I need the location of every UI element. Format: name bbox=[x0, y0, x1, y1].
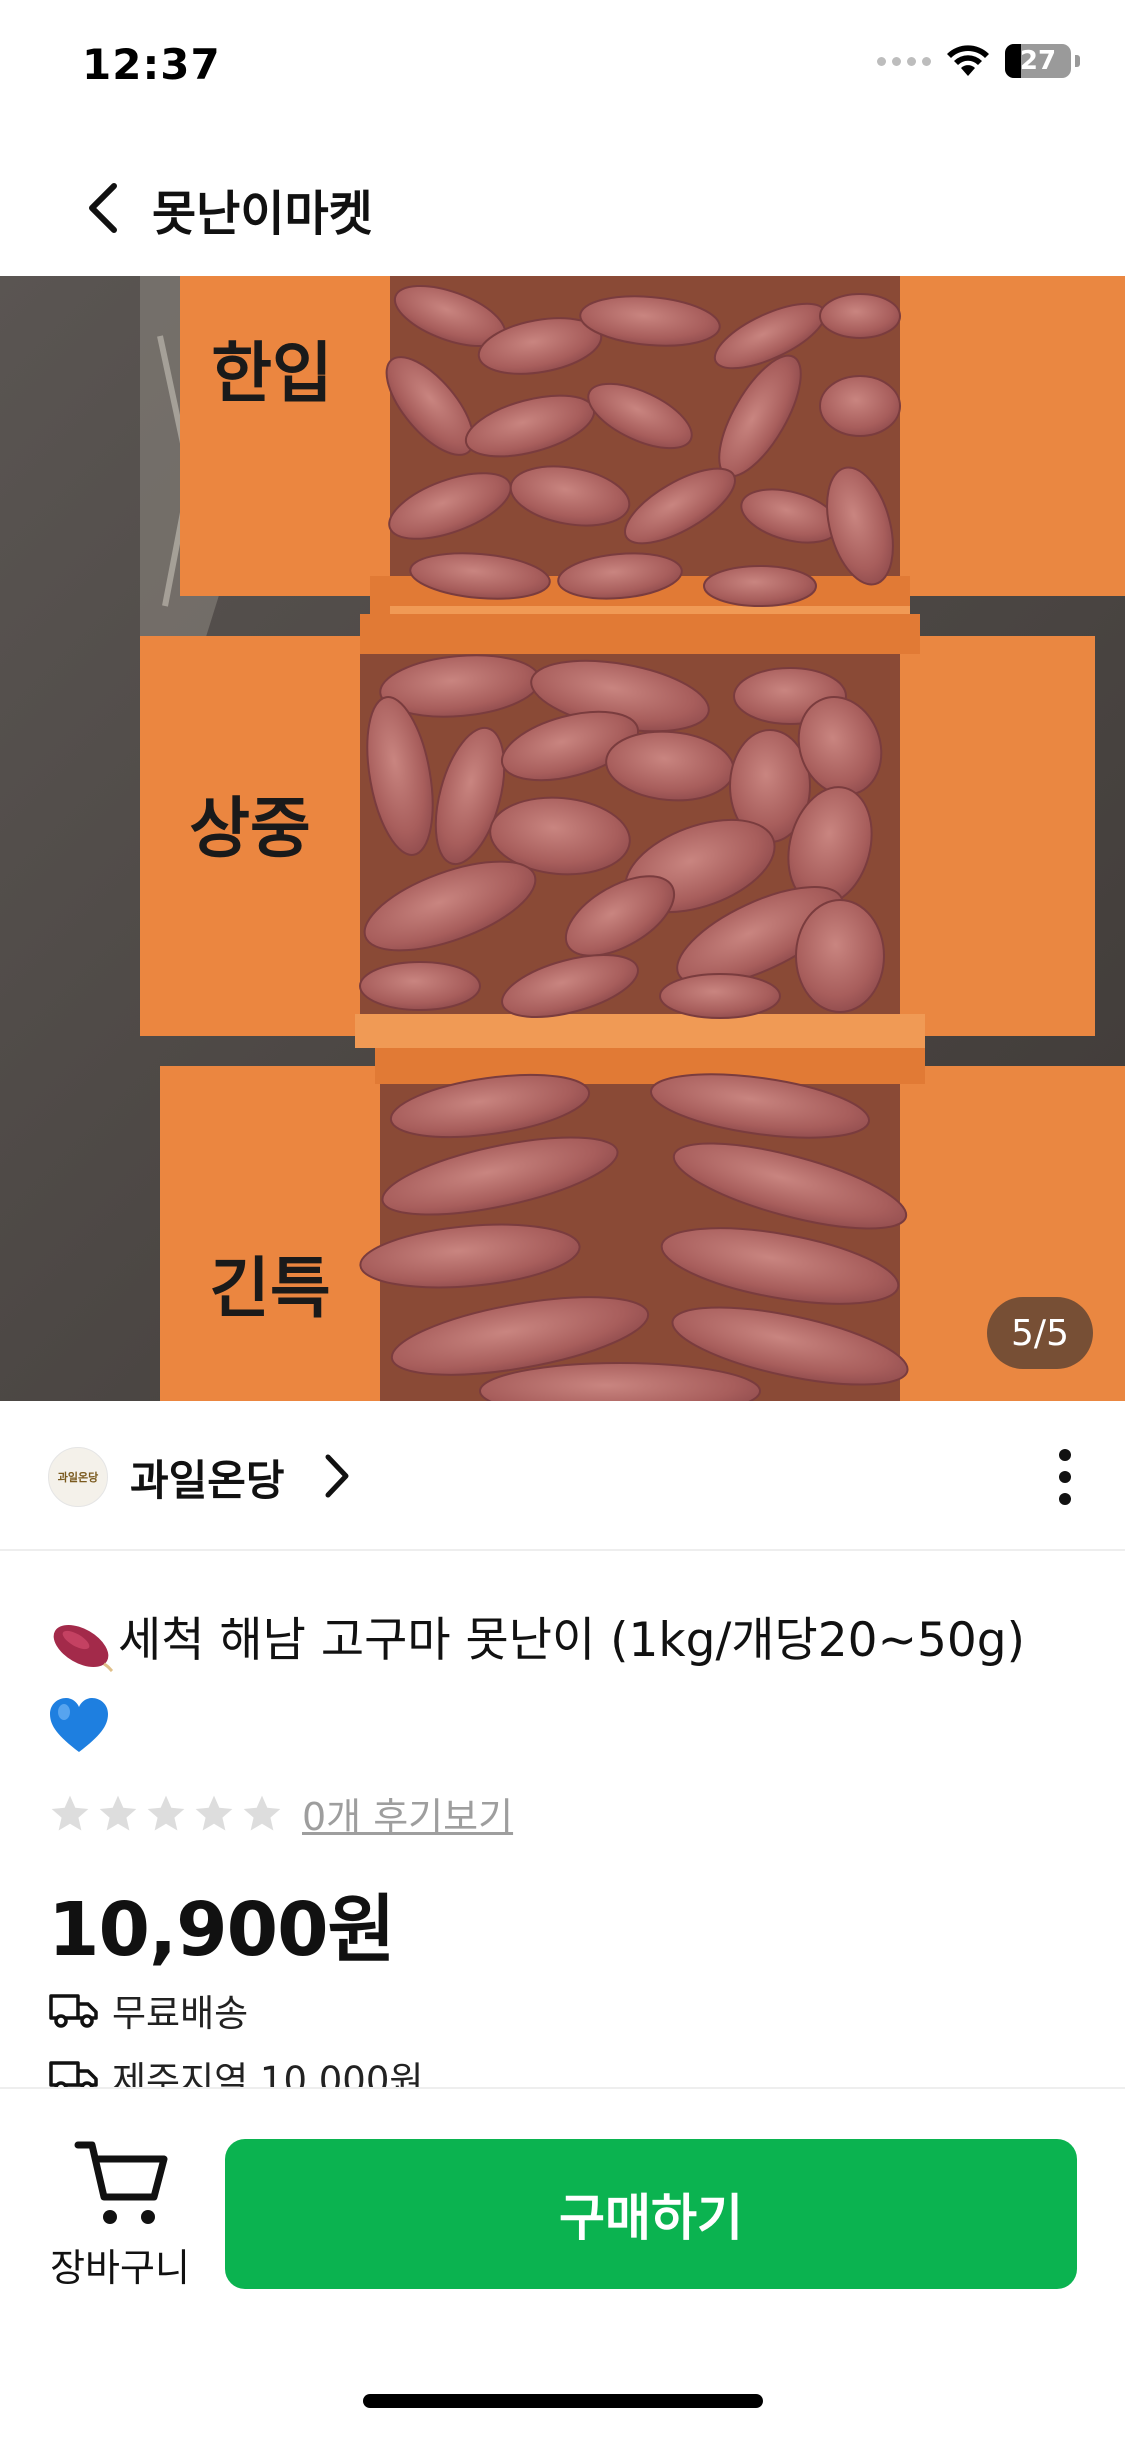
cellular-signal-icon bbox=[877, 56, 931, 66]
battery-icon: 27 bbox=[1005, 44, 1071, 78]
page-title: 못난이마켓 bbox=[152, 186, 373, 242]
sweet-potato-icon bbox=[53, 1624, 114, 1672]
star-icon bbox=[195, 1795, 233, 1830]
product-title-text: 세척 해남 고구마 못난이 (1kg/개당20~50g) bbox=[118, 1613, 1025, 1668]
rating-row: 0개 후기보기 bbox=[48, 1786, 513, 1841]
image-counter: 5/5 bbox=[987, 1297, 1093, 1369]
star-icon bbox=[243, 1795, 281, 1830]
seller-avatar[interactable]: 과일온당 bbox=[48, 1447, 108, 1507]
product-title: 세척 해남 고구마 못난이 (1kg/개당20~50g) bbox=[48, 1600, 1078, 1764]
star-icon bbox=[99, 1795, 137, 1830]
cart-icon bbox=[74, 2141, 168, 2224]
review-link[interactable]: 0개 후기보기 bbox=[302, 1786, 513, 1841]
blue-heart-icon bbox=[50, 1697, 108, 1752]
star-icon bbox=[51, 1795, 89, 1830]
seller-name[interactable]: 과일온당 bbox=[130, 1447, 285, 1508]
truck-icon bbox=[49, 1994, 98, 2028]
wifi-icon bbox=[947, 45, 989, 76]
box-label-2: 상중 bbox=[189, 790, 310, 867]
status-time: 12:37 bbox=[82, 40, 221, 89]
product-image: 한입 상중 긴특 bbox=[0, 276, 1125, 1401]
chevron-right-icon[interactable] bbox=[322, 1451, 352, 1501]
nav-bar: 못난이마켓 bbox=[0, 150, 1125, 260]
status-bar: 12:37 27 bbox=[0, 0, 1125, 135]
box-label-3: 긴특 bbox=[209, 1250, 330, 1327]
shipping-text: 무료배송 bbox=[112, 1992, 249, 2035]
product-title-area: 세척 해남 고구마 못난이 (1kg/개당20~50g) bbox=[48, 1600, 1078, 1764]
product-price: 10,900원 bbox=[48, 1887, 396, 1973]
shipping-row-free: 무료배송 bbox=[48, 1983, 248, 2037]
box-label-1: 한입 bbox=[211, 335, 332, 412]
battery-level: 27 bbox=[1019, 46, 1057, 76]
seller-row[interactable]: 과일온당 과일온당 bbox=[0, 1401, 1125, 1551]
star-icon bbox=[147, 1795, 185, 1830]
status-icons: 27 bbox=[877, 44, 1080, 78]
home-indicator bbox=[363, 2394, 763, 2408]
seller-avatar-text: 과일온당 bbox=[57, 1471, 99, 1484]
bottom-action-bar: 장바구니 구매하기 bbox=[0, 2087, 1125, 2438]
more-vertical-icon[interactable] bbox=[1045, 1445, 1085, 1509]
product-image-carousel[interactable]: 한입 상중 긴특 5/5 bbox=[0, 276, 1125, 1401]
back-chevron-icon[interactable] bbox=[80, 180, 128, 236]
cart-label: 장바구니 bbox=[50, 2246, 190, 2290]
buy-button[interactable]: 구매하기 bbox=[225, 2139, 1077, 2289]
cart-button[interactable]: 장바구니 bbox=[30, 2137, 210, 2290]
